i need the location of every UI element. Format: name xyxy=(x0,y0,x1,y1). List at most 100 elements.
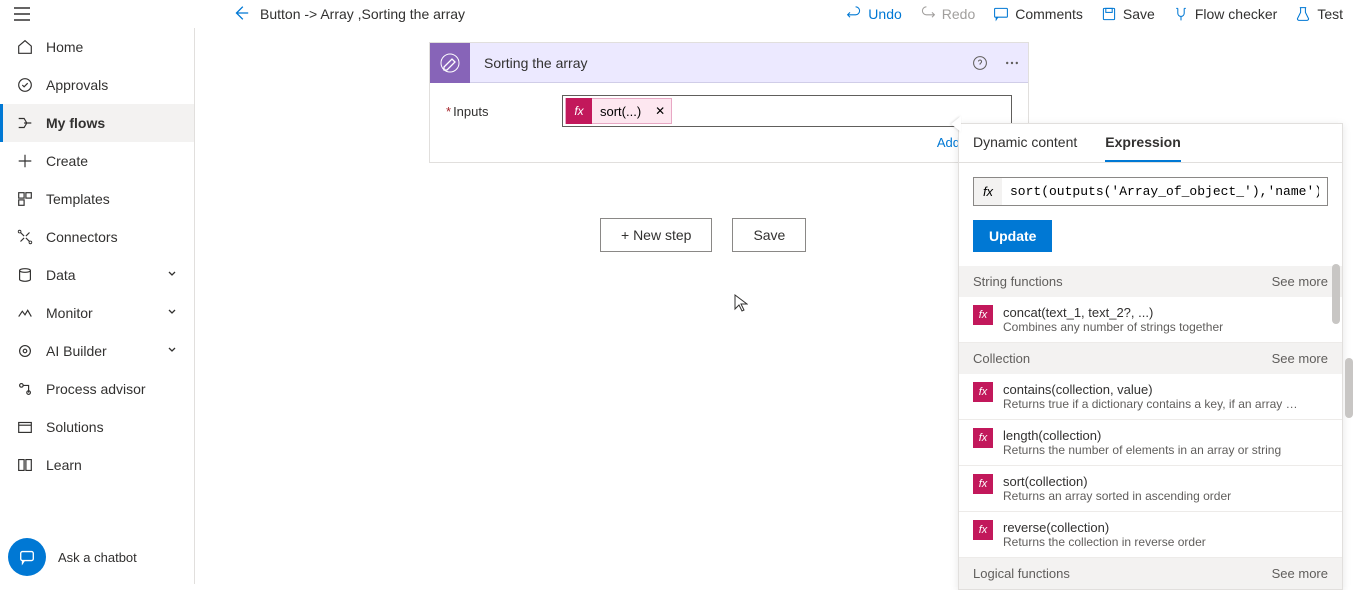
fx-icon: fx xyxy=(974,178,1002,205)
function-signature: reverse(collection) xyxy=(1003,520,1328,535)
scrollbar-thumb[interactable] xyxy=(1345,358,1353,418)
cursor-icon xyxy=(734,294,748,312)
section-logical-functions: Logical functions xyxy=(973,566,1070,581)
function-description: Combines any number of strings together xyxy=(1003,320,1303,334)
section-string-functions: String functions xyxy=(973,274,1063,289)
connectors-icon xyxy=(16,228,34,246)
chevron-down-icon xyxy=(166,267,178,283)
function-sort[interactable]: fx sort(collection) Returns an array sor… xyxy=(959,466,1342,512)
breadcrumb: Button -> Array ,Sorting the array xyxy=(260,6,846,22)
function-concat[interactable]: fx concat(text_1, text_2?, ...) Combines… xyxy=(959,297,1342,343)
test-label: Test xyxy=(1317,6,1343,22)
sidebar-item-process-advisor[interactable]: Process advisor xyxy=(0,370,194,408)
sidebar-item-label: AI Builder xyxy=(46,343,107,359)
chevron-down-icon xyxy=(166,305,178,321)
sidebar-item-create[interactable]: Create xyxy=(0,142,194,180)
sidebar-item-solutions[interactable]: Solutions xyxy=(0,408,194,446)
inputs-field[interactable]: fx sort(...) ✕ xyxy=(562,95,1012,127)
flow-checker-button[interactable]: Flow checker xyxy=(1173,6,1277,22)
sidebar-item-label: Solutions xyxy=(46,419,104,435)
solutions-icon xyxy=(16,418,34,436)
see-more-link[interactable]: See more xyxy=(1272,566,1328,581)
save-flow-button[interactable]: Save xyxy=(732,218,806,252)
sidebar-item-templates[interactable]: Templates xyxy=(0,180,194,218)
help-icon[interactable] xyxy=(964,47,996,79)
panel-pointer-icon xyxy=(951,116,961,132)
learn-icon xyxy=(16,456,34,474)
comments-label: Comments xyxy=(1015,6,1083,22)
fx-icon: fx xyxy=(973,305,993,325)
expression-input[interactable] xyxy=(1002,178,1327,205)
remove-token-icon[interactable]: ✕ xyxy=(649,104,671,118)
flows-icon xyxy=(16,114,34,132)
sidebar-item-data[interactable]: Data xyxy=(0,256,194,294)
function-description: Returns true if a dictionary contains a … xyxy=(1003,397,1303,411)
tab-expression[interactable]: Expression xyxy=(1105,134,1180,162)
function-signature: concat(text_1, text_2?, ...) xyxy=(1003,305,1328,320)
sidebar: Home Approvals My flows Create Templates… xyxy=(0,28,195,584)
redo-label: Redo xyxy=(942,6,975,22)
fx-icon: fx xyxy=(973,382,993,402)
sidebar-item-my-flows[interactable]: My flows xyxy=(0,104,194,142)
chatbot-label: Ask a chatbot xyxy=(58,550,137,565)
sidebar-item-label: Home xyxy=(46,39,83,55)
add-dynamic-content-link[interactable]: Add dynamic xyxy=(446,127,1012,150)
comments-button[interactable]: Comments xyxy=(993,6,1083,22)
sidebar-item-label: Connectors xyxy=(46,229,118,245)
update-button[interactable]: Update xyxy=(973,220,1052,252)
sidebar-item-connectors[interactable]: Connectors xyxy=(0,218,194,256)
function-description: Returns an array sorted in ascending ord… xyxy=(1003,489,1303,503)
see-more-link[interactable]: See more xyxy=(1272,274,1328,289)
chatbot-button[interactable]: Ask a chatbot xyxy=(8,538,137,576)
step-card-sorting-array: Sorting the array *Inputs fx sort(...) ✕ xyxy=(429,42,1029,163)
tab-dynamic-content[interactable]: Dynamic content xyxy=(973,134,1077,162)
sidebar-item-label: My flows xyxy=(46,115,105,131)
redo-button: Redo xyxy=(920,6,975,22)
monitor-icon xyxy=(16,304,34,322)
function-description: Returns the number of elements in an arr… xyxy=(1003,443,1303,457)
sidebar-item-label: Learn xyxy=(46,457,82,473)
data-icon xyxy=(16,266,34,284)
sidebar-item-home[interactable]: Home xyxy=(0,28,194,66)
more-icon[interactable] xyxy=(996,47,1028,79)
function-length[interactable]: fx length(collection) Returns the number… xyxy=(959,420,1342,466)
test-button[interactable]: Test xyxy=(1295,6,1343,22)
approvals-icon xyxy=(16,76,34,94)
function-signature: contains(collection, value) xyxy=(1003,382,1328,397)
expression-token[interactable]: fx sort(...) ✕ xyxy=(565,98,672,124)
templates-icon xyxy=(16,190,34,208)
hamburger-menu[interactable] xyxy=(12,4,32,24)
chevron-down-icon xyxy=(166,343,178,359)
function-description: Returns the collection in reverse order xyxy=(1003,535,1303,549)
flow-canvas: Sorting the array *Inputs fx sort(...) ✕ xyxy=(195,28,1355,584)
new-step-button[interactable]: + New step xyxy=(600,218,712,252)
sidebar-item-label: Process advisor xyxy=(46,381,146,397)
scrollbar-thumb[interactable] xyxy=(1332,264,1340,324)
section-collection: Collection xyxy=(973,351,1030,366)
save-label: Save xyxy=(1123,6,1155,22)
sidebar-item-monitor[interactable]: Monitor xyxy=(0,294,194,332)
function-signature: length(collection) xyxy=(1003,428,1328,443)
compose-icon xyxy=(430,43,470,83)
sidebar-item-learn[interactable]: Learn xyxy=(0,446,194,484)
function-reverse[interactable]: fx reverse(collection) Returns the colle… xyxy=(959,512,1342,558)
function-contains[interactable]: fx contains(collection, value) Returns t… xyxy=(959,374,1342,420)
undo-button[interactable]: Undo xyxy=(846,6,901,22)
save-button[interactable]: Save xyxy=(1101,6,1155,22)
function-signature: sort(collection) xyxy=(1003,474,1328,489)
see-more-link[interactable]: See more xyxy=(1272,351,1328,366)
back-arrow-icon[interactable] xyxy=(232,4,250,25)
step-header[interactable]: Sorting the array xyxy=(430,43,1028,83)
sidebar-item-label: Create xyxy=(46,153,88,169)
sidebar-item-approvals[interactable]: Approvals xyxy=(0,66,194,104)
sidebar-item-label: Templates xyxy=(46,191,110,207)
flow-checker-label: Flow checker xyxy=(1195,6,1277,22)
sidebar-item-label: Data xyxy=(46,267,76,283)
plus-icon xyxy=(16,152,34,170)
fx-icon: fx xyxy=(973,474,993,494)
sidebar-item-ai-builder[interactable]: AI Builder xyxy=(0,332,194,370)
home-icon xyxy=(16,38,34,56)
field-label-inputs: *Inputs xyxy=(446,104,562,119)
step-title: Sorting the array xyxy=(470,55,964,71)
process-advisor-icon xyxy=(16,380,34,398)
